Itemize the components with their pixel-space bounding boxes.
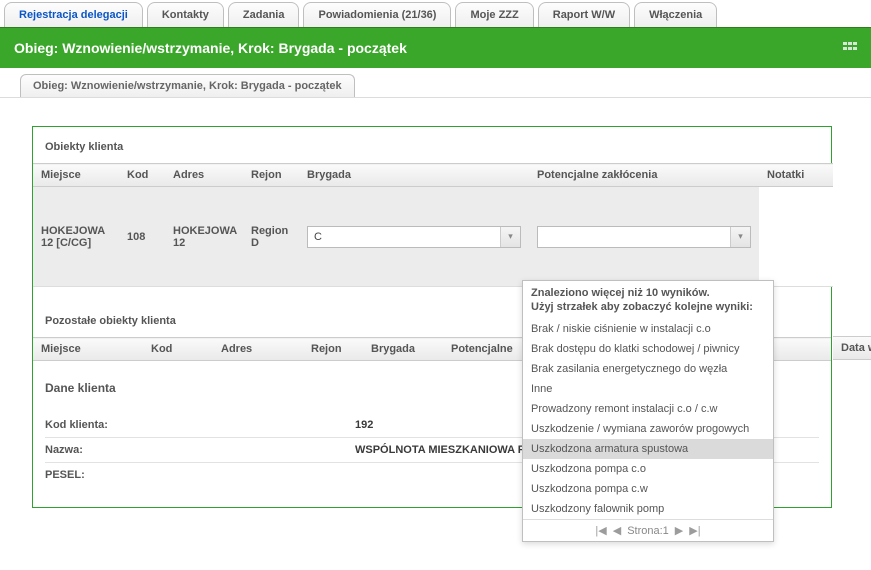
th2-adres[interactable]: Adres [213,338,303,361]
dropdown-item[interactable]: Prowadzony remont instalacji c.o / c.w [523,399,773,419]
pager-first-icon[interactable]: |◀ [595,524,606,537]
zaklocenia-dropdown[interactable]: Znaleziono więcej niż 10 wyników. Użyj s… [522,280,774,542]
client-objects-table: Miejsce Kod Adres Rejon Brygada Potencja… [33,163,833,287]
sub-tab-active[interactable]: Obieg: Wznowienie/wstrzymanie, Krok: Bry… [20,74,355,97]
dropdown-item[interactable]: Uszkodzona pompa c.w [523,479,773,499]
brygada-input[interactable] [308,227,500,247]
th2-rejon[interactable]: Rejon [303,338,363,361]
th-adres[interactable]: Adres [165,164,243,187]
th2-miejsce[interactable]: Miejsce [33,338,143,361]
th-miejsce[interactable]: Miejsce [33,164,119,187]
chevron-down-icon[interactable]: ▾ [500,227,520,247]
cell-rejon: Region D [243,187,299,287]
dropdown-item[interactable]: Uszkodzona pompa c.o [523,459,773,479]
cell-kod: 108 [119,187,165,287]
label-nazwa: Nazwa: [45,444,355,456]
dropdown-subheading: Użyj strzałek aby zobaczyć kolejne wynik… [523,301,773,319]
tab-raport-ww[interactable]: Raport W/W [538,2,630,27]
dropdown-pager: |◀ ◀ Strona:1 ▶ ▶| [523,519,773,541]
th-kod[interactable]: Kod [119,164,165,187]
tab-wlaczenia[interactable]: Włączenia [634,2,717,27]
zaklocenia-input[interactable] [538,227,730,247]
page-title: Obieg: Wznowienie/wstrzymanie, Krok: Bry… [14,40,407,56]
dropdown-heading: Znaleziono więcej niż 10 wyników. [523,281,773,301]
cell-brygada: ▾ [299,187,529,287]
page-header: Obieg: Wznowienie/wstrzymanie, Krok: Bry… [0,27,871,68]
th2-kod[interactable]: Kod [143,338,213,361]
pager-last-icon[interactable]: ▶| [689,524,700,537]
cell-miejsce: HOKEJOWA 12 [C/CG] [33,187,119,287]
cell-adres: HOKEJOWA 12 [165,187,243,287]
th-brygada[interactable]: Brygada [299,164,529,187]
main-tabs: Rejestracja delegacji Kontakty Zadania P… [0,0,871,27]
dropdown-item[interactable]: Uszkodzenie / wymiana zaworów progowych [523,419,773,439]
th2-data-wyslania[interactable]: Data wysłania [833,336,871,360]
cell-zaklocenia: ▾ [529,187,759,287]
th-rejon[interactable]: Rejon [243,164,299,187]
dropdown-item-selected[interactable]: Uszkodzona armatura spustowa [523,439,773,459]
dropdown-item[interactable]: Brak zasilania energetycznego do węzła [523,359,773,379]
tab-powiadomienia[interactable]: Powiadomienia (21/36) [303,2,451,27]
tab-zadania[interactable]: Zadania [228,2,300,27]
pager-label: Strona:1 [627,525,669,537]
section-title-obiekty: Obiekty klienta [33,133,831,163]
tab-moje-zzz[interactable]: Moje ZZZ [455,2,533,27]
chevron-down-icon[interactable]: ▾ [730,227,750,247]
pager-next-icon[interactable]: ▶ [675,524,683,537]
pager-prev-icon[interactable]: ◀ [613,524,621,537]
table-row[interactable]: HOKEJOWA 12 [C/CG] 108 HOKEJOWA 12 Regio… [33,187,833,287]
label-kod-klienta: Kod klienta: [45,419,355,431]
brygada-combobox[interactable]: ▾ [307,226,521,248]
dropdown-item[interactable]: Brak dostępu do klatki schodowej / piwni… [523,339,773,359]
cell-notatki[interactable] [759,187,833,287]
tab-kontakty[interactable]: Kontakty [147,2,224,27]
dropdown-item[interactable]: Inne [523,379,773,399]
zaklocenia-combobox[interactable]: ▾ [537,226,751,248]
th2-brygada[interactable]: Brygada [363,338,443,361]
label-pesel: PESEL: [45,469,355,481]
tab-rejestracja-delegacji[interactable]: Rejestracja delegacji [4,2,143,27]
dropdown-item[interactable]: Brak / niskie ciśnienie w instalacji c.o [523,319,773,339]
grid-view-icon[interactable] [843,42,857,54]
value-kod-klienta: 192 [355,419,373,431]
th-notatki[interactable]: Notatki [759,164,833,187]
dropdown-item[interactable]: Uszkodzony falownik pomp [523,499,773,519]
th-zaklocenia[interactable]: Potencjalne zakłócenia [529,164,759,187]
sub-tab-row: Obieg: Wznowienie/wstrzymanie, Krok: Bry… [0,68,871,97]
